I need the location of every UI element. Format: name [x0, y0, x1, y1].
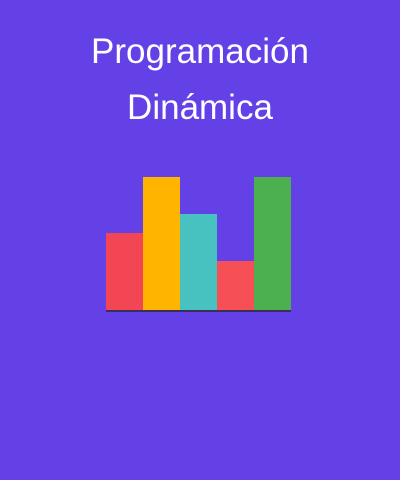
cover-card: Programación Dinámica	[0, 0, 400, 480]
bar-chart-icon	[100, 170, 300, 320]
icon-bar-1	[106, 233, 143, 310]
icon-bar-4	[217, 261, 254, 310]
icon-bar-3	[180, 214, 217, 310]
title-line-1: Programación	[91, 32, 309, 71]
icon-baseline	[106, 310, 291, 312]
title-line-2: Dinámica	[127, 88, 273, 127]
icon-bar-5	[254, 177, 291, 310]
icon-bar-2	[143, 177, 180, 310]
page-title: Programación Dinámica	[0, 24, 400, 136]
